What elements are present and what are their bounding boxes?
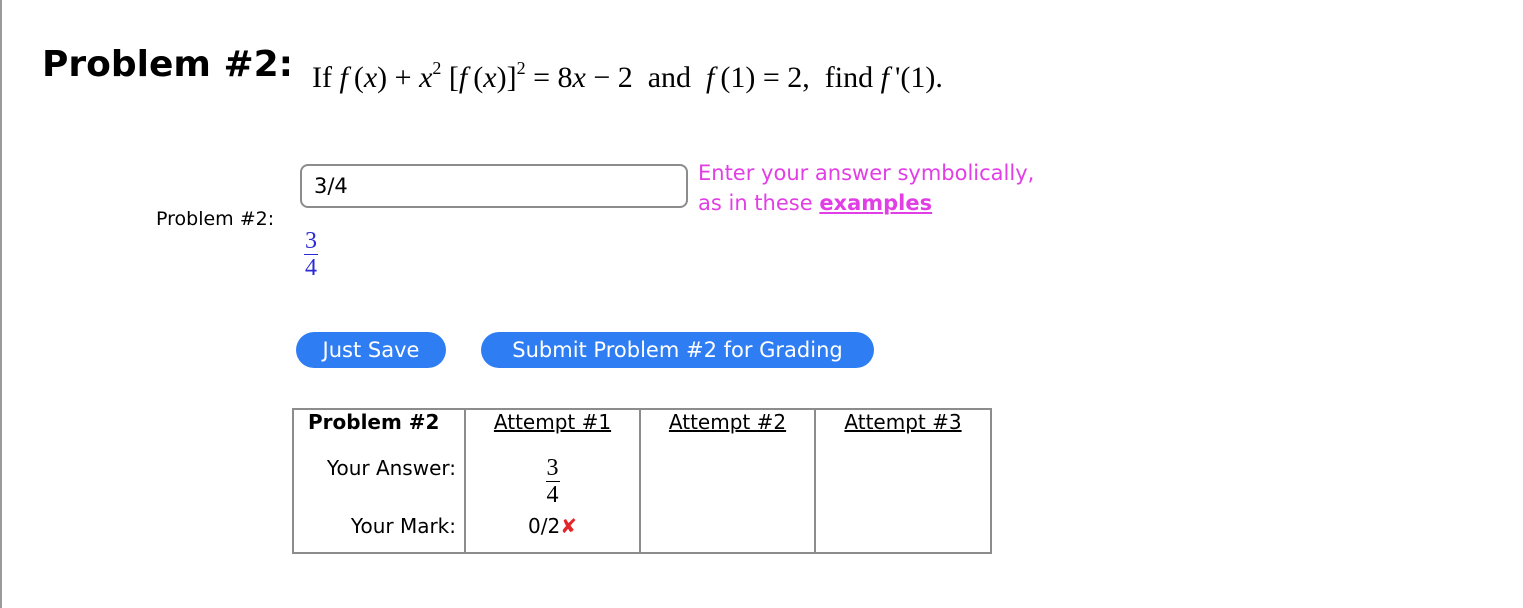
submit-for-grading-button[interactable]: Submit Problem #2 for Grading <box>481 332 874 368</box>
answer-input[interactable] <box>300 164 688 208</box>
attempt-3-mark <box>815 514 991 553</box>
header-attempt-3[interactable]: Attempt #3 <box>815 409 991 450</box>
just-save-button[interactable]: Just Save <box>296 332 446 368</box>
header-attempt-3-label[interactable]: Attempt #3 <box>844 410 961 434</box>
header-attempt-1[interactable]: Attempt #1 <box>465 409 641 450</box>
header-attempt-2-label[interactable]: Attempt #2 <box>669 410 786 434</box>
hint-line-1: Enter your answer symbolically, <box>698 161 1035 185</box>
preview-numerator: 3 <box>305 228 317 254</box>
attempt-1-fraction: 3 4 <box>545 455 560 508</box>
header-problem: Problem #2 <box>293 409 466 450</box>
attempts-header-row: Problem #2 Attempt #1 Attempt #2 Attempt… <box>293 409 991 450</box>
your-mark-label: Your Mark: <box>293 514 466 553</box>
incorrect-x-icon: ✘ <box>560 514 577 538</box>
attempt-2-answer <box>640 450 816 514</box>
answer-hint: Enter your answer symbolically, as in th… <box>698 158 1034 218</box>
your-answer-row: Your Answer: 3 4 <box>293 450 991 514</box>
hint-line-2: as in these examples <box>698 188 1034 218</box>
examples-link[interactable]: examples <box>819 191 932 215</box>
attempt-3-answer <box>815 450 991 514</box>
attempt-2-mark <box>640 514 816 553</box>
attempt-1-mark-value: 0/2 <box>528 514 561 538</box>
header-attempt-2[interactable]: Attempt #2 <box>640 409 816 450</box>
attempt-1-numerator: 3 <box>546 455 559 481</box>
problem-statement: If f (x) + x2 [f (x)]2 = 8x − 2 and f (1… <box>312 58 943 94</box>
preview-denominator: 4 <box>305 255 317 281</box>
attempt-1-denominator: 4 <box>546 482 559 508</box>
problem-heading: Problem #2: <box>42 44 294 85</box>
hint-line-2-text: as in these <box>698 191 820 215</box>
attempt-1-mark: 0/2✘ <box>465 514 641 553</box>
answer-preview: 3 4 <box>304 226 318 280</box>
page-left-border <box>0 0 2 608</box>
your-mark-row: Your Mark: 0/2✘ <box>293 514 991 553</box>
preview-fraction: 3 4 <box>304 229 318 280</box>
header-attempt-1-label[interactable]: Attempt #1 <box>494 410 611 434</box>
attempt-1-answer: 3 4 <box>465 450 641 514</box>
attempts-table: Problem #2 Attempt #1 Attempt #2 Attempt… <box>292 408 992 554</box>
your-answer-label: Your Answer: <box>293 450 466 514</box>
problem-side-label: Problem #2: <box>156 208 275 230</box>
